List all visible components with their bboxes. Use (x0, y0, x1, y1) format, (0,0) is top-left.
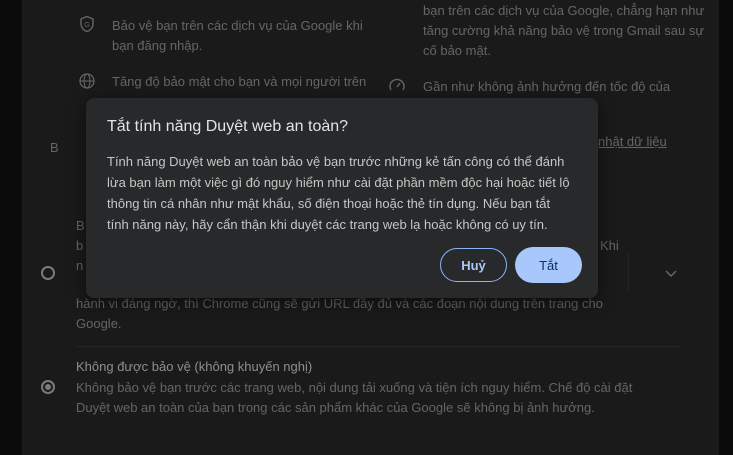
disable-safe-browsing-dialog: Tắt tính năng Duyệt web an toàn? Tính nă… (86, 98, 598, 298)
dialog-title: Tắt tính năng Duyệt web an toàn? (107, 118, 349, 135)
turn-off-button[interactable]: Tắt (515, 247, 582, 283)
dialog-body: Tính năng Duyệt web an toàn bảo vệ bạn t… (107, 154, 570, 232)
cancel-button[interactable]: Huỷ (440, 248, 507, 282)
